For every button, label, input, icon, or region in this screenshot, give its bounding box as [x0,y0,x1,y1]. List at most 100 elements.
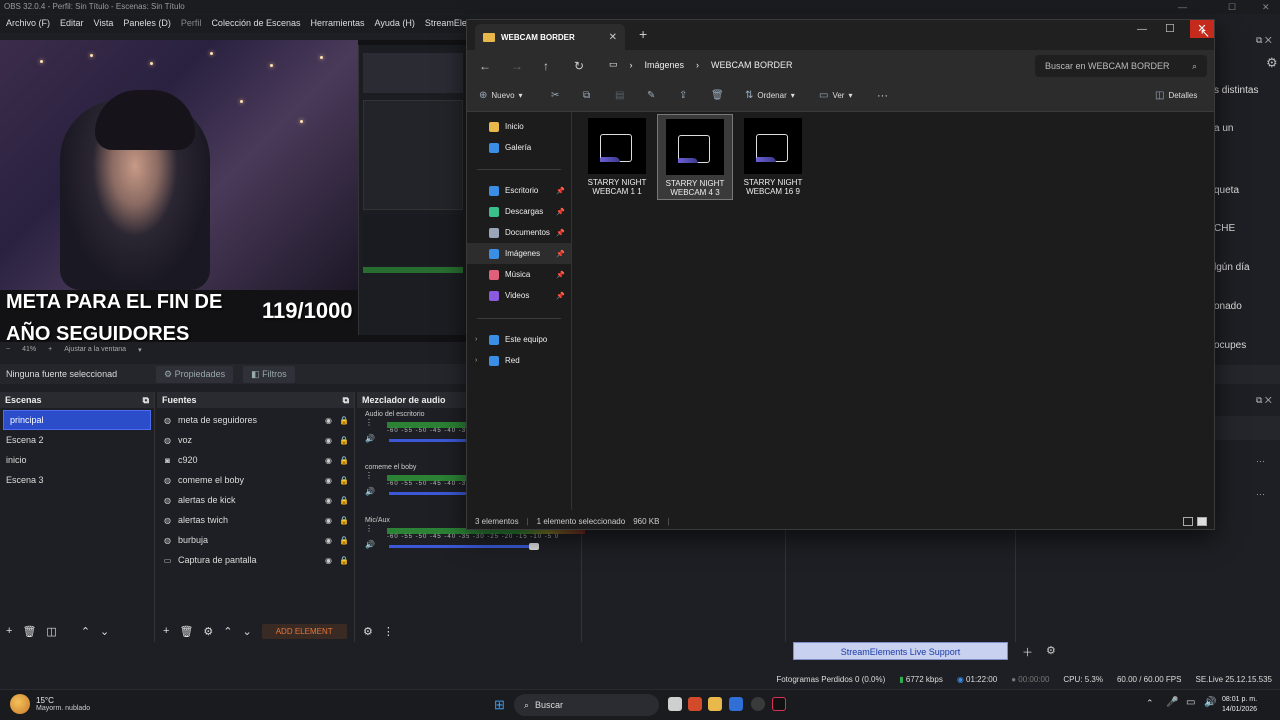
eye-icon[interactable]: ◉ [324,536,333,545]
more-icon[interactable]: ··· [1256,489,1265,499]
lock-icon[interactable]: 🔒 [339,436,349,445]
refresh-icon[interactable]: ↻ [574,59,584,73]
add-scene-button[interactable]: + [6,625,12,637]
dock-close-icon[interactable]: ⧉ ✕ [1256,395,1272,406]
volume-slider[interactable] [388,543,539,550]
eye-icon[interactable]: ◉ [324,436,333,445]
breadcrumb-imagenes[interactable]: Imágenes [645,60,685,70]
gear-icon[interactable]: ⚙ [203,625,213,638]
move-up-button[interactable]: ⌃ [223,625,232,638]
kebab-menu-icon[interactable]: ⋮ [365,471,373,480]
paste-icon[interactable]: ▤ [615,90,624,101]
source-item[interactable]: ◍ alertas de kick ◉ 🔒 [157,490,354,510]
file-explorer-icon[interactable] [708,697,722,711]
breadcrumb[interactable]: ▭ › Imágenes › WEBCAM BORDER [609,59,793,70]
menu-vista[interactable]: Vista [94,18,114,30]
eye-icon[interactable]: ◉ [324,516,333,525]
tiktok-icon[interactable] [772,697,786,711]
chevron-up-icon[interactable]: ⌃ [1146,698,1154,709]
gear-icon[interactable]: ⚙ [1266,55,1278,71]
se-live-support-button[interactable]: StreamElements Live Support [793,642,1008,660]
volume-icon[interactable]: 🔊 [365,434,375,443]
up-arrow-icon[interactable]: ↑ [543,59,549,73]
nav-item[interactable]: Videos 📌 [467,285,571,306]
kebab-menu-icon[interactable]: ⋮ [365,524,373,533]
copy-icon[interactable]: ⧉ [583,90,590,101]
eye-icon[interactable]: ◉ [324,556,333,565]
file-item[interactable]: STARRY NIGHT WEBCAM 4 3 [657,114,733,200]
chevron-right-icon[interactable]: › [475,336,477,343]
brave-icon[interactable] [688,697,702,711]
scene-item-principal[interactable]: principal [3,410,151,430]
clock[interactable]: 08:01 p. m. 14/01/2026 [1222,695,1257,715]
zoom-out-button[interactable]: − [6,346,10,356]
maximize-button[interactable]: ☐ [1165,22,1175,35]
thumbnail-view-button[interactable] [1197,517,1207,526]
filters-button[interactable]: ◧ Filtros [243,365,295,383]
kebab-menu-icon[interactable]: ⋮ [365,418,373,427]
obs-icon[interactable] [751,697,765,711]
eye-icon[interactable]: ◉ [324,416,333,425]
source-item[interactable]: ◙ c920 ◉ 🔒 [157,450,354,470]
source-item[interactable]: ◍ alertas twich ◉ 🔒 [157,510,354,530]
source-item[interactable]: ◍ meta de seguidores ◉ 🔒 [157,410,354,430]
properties-button[interactable]: ⚙ Propiedades [156,365,234,383]
volume-icon[interactable]: 🔊 [365,487,375,496]
source-item[interactable]: ◍ burbuja ◉ 🔒 [157,530,354,550]
sort-button[interactable]: ⇅ Ordenar ▾ [745,90,795,101]
slider-knob[interactable] [528,543,539,550]
menu-ayuda[interactable]: Ayuda (H) [375,18,415,30]
menu-perfil[interactable]: Perfil [181,18,202,30]
lock-icon[interactable]: 🔒 [339,496,349,505]
source-item[interactable]: ▭ Captura de pantalla ◉ 🔒 [157,550,354,570]
dock-float-icon[interactable]: ⧉ ✕ [1256,35,1272,46]
more-options-icon[interactable]: ··· [877,90,888,102]
lock-icon[interactable]: 🔒 [339,536,349,545]
add-dock-button[interactable]: ＋ [1022,644,1033,660]
delete-icon[interactable]: 🗑 [711,90,724,101]
nav-item[interactable]: Escritorio 📌 [467,180,571,201]
taskbar-search[interactable]: ⌕ Buscar [514,694,659,716]
view-button[interactable]: ▭ Ver ▾ [819,90,852,101]
close-tab-icon[interactable]: ✕ [609,32,617,43]
file-item[interactable]: STARRY NIGHT WEBCAM 1 1 [579,114,655,200]
lock-icon[interactable]: 🔒 [339,416,349,425]
explorer-search-input[interactable]: Buscar en WEBCAM BORDER ⌕ [1035,55,1207,77]
zoom-mode[interactable]: Ajustar a la ventana [64,346,126,356]
more-icon[interactable]: ··· [1256,456,1265,466]
obs-maximize-button[interactable]: ☐ [1228,2,1236,13]
menu-paneles[interactable]: Paneles (D) [123,18,171,30]
eye-icon[interactable]: ◉ [324,456,333,465]
move-down-button[interactable]: ⌄ [243,625,252,638]
lock-icon[interactable]: 🔒 [339,456,349,465]
details-view-button[interactable] [1183,517,1193,526]
nav-item[interactable]: › Red [467,350,571,371]
rename-icon[interactable]: ✎ [647,90,655,101]
new-tab-button[interactable]: + [639,26,647,42]
windows-start-icon[interactable]: ⊞ [494,697,505,713]
forward-arrow-icon[interactable]: → [511,59,523,73]
zoom-in-button[interactable]: + [48,346,52,356]
add-element-button[interactable]: ADD ELEMENT [261,623,347,639]
nav-item[interactable]: Galería [467,137,571,158]
menu-archivo[interactable]: Archivo (F) [6,18,50,30]
lock-icon[interactable]: 🔒 [339,556,349,565]
menu-coleccion[interactable]: Colección de Escenas [211,18,300,30]
scene-item-escena-3[interactable]: Escena 3 [0,470,154,490]
scene-filters-button[interactable]: ◫ [46,625,56,638]
source-item[interactable]: ◍ voz ◉ 🔒 [157,430,354,450]
obs-close-button[interactable]: ✕ [1262,2,1270,13]
lock-icon[interactable]: 🔒 [339,516,349,525]
gear-icon[interactable]: ⚙ [1046,644,1056,657]
kebab-menu-icon[interactable]: ⋮ [383,625,394,638]
volume-icon[interactable]: 🔊 [365,540,375,549]
nav-item[interactable]: Inicio [467,116,571,137]
add-source-button[interactable]: + [163,625,169,637]
obs-preview[interactable]: META PARA EL FIN DE AÑO SEGUIDORES 119/1… [0,40,470,342]
store-icon[interactable] [729,697,743,711]
obs-minimize-button[interactable]: — [1178,2,1187,12]
source-item[interactable]: ◍ comeme el boby ◉ 🔒 [157,470,354,490]
details-button[interactable]: ◫ Detalles [1155,90,1197,101]
menu-streamelements[interactable]: StreamEleme [425,18,470,30]
lock-icon[interactable]: 🔒 [339,476,349,485]
